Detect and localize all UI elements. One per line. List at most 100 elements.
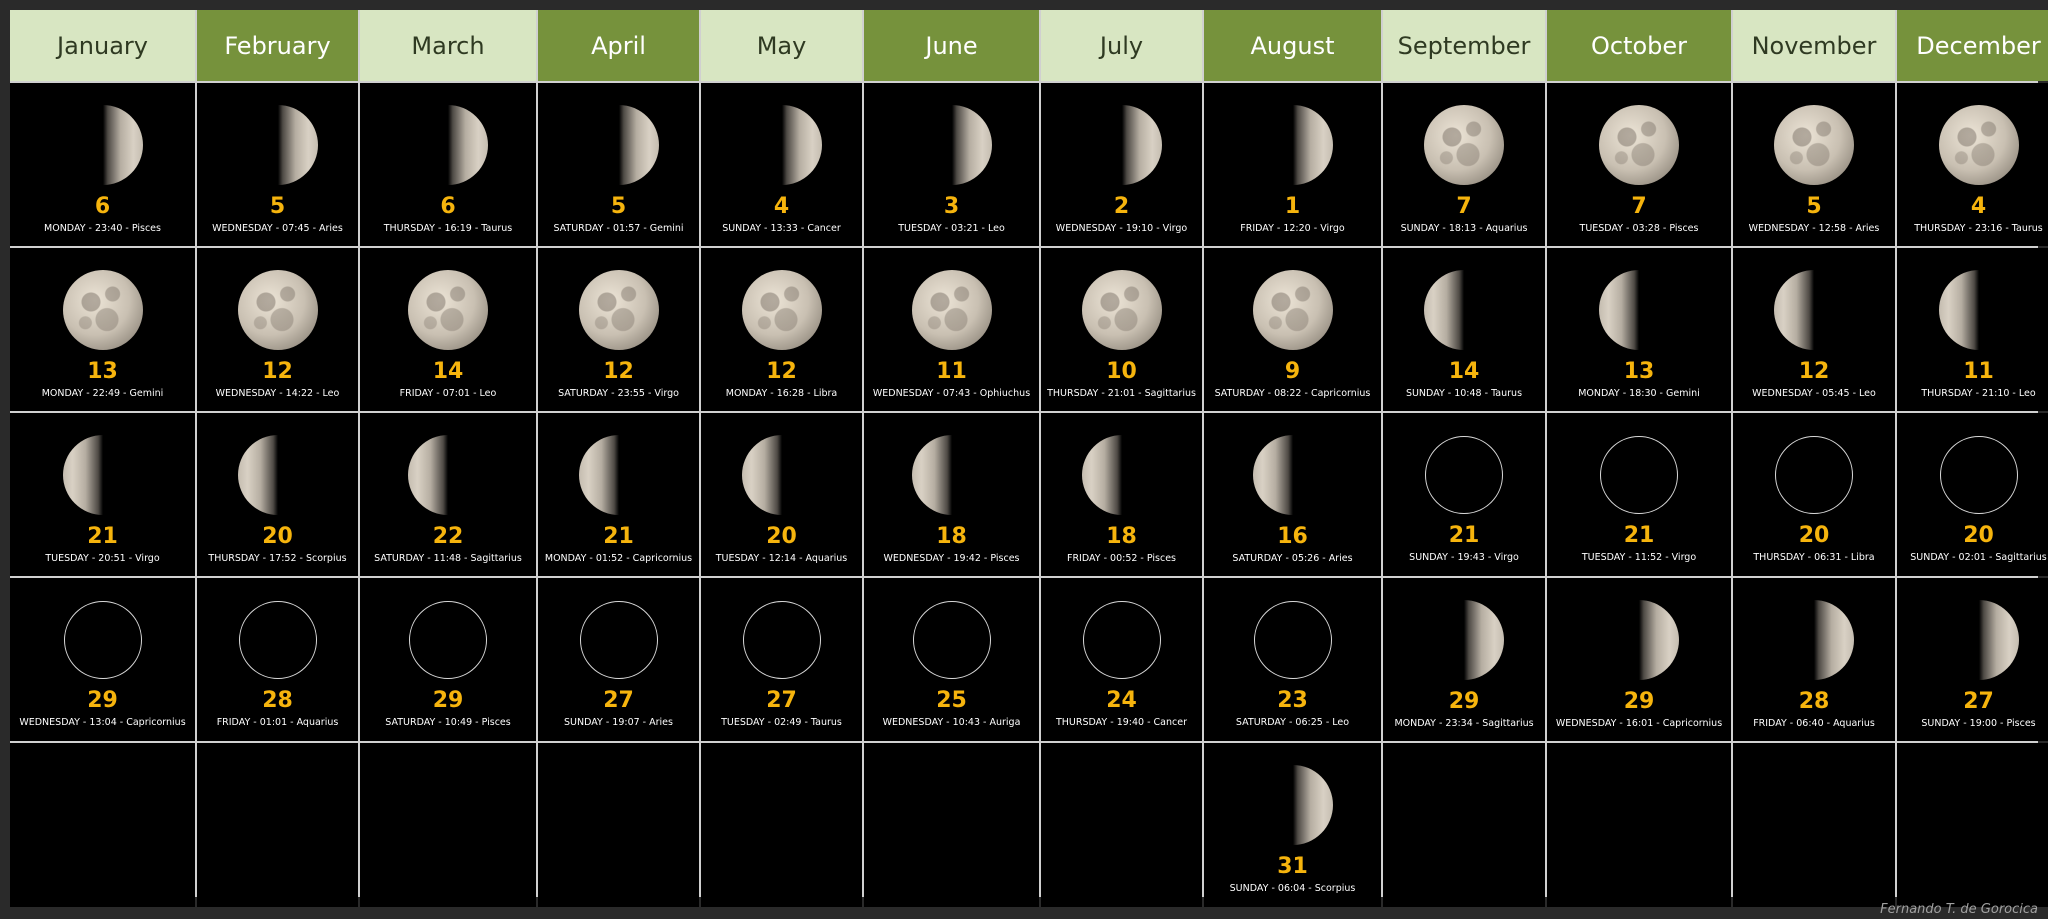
- phase-cell: 27 SUNDAY - 19:07 - Aries: [538, 578, 699, 741]
- phase-day-number: 2: [1113, 194, 1130, 219]
- new-moon-icon: [1425, 436, 1503, 514]
- phase-day-number: 28: [1798, 689, 1830, 714]
- phase-details: MONDAY - 18:30 - Gemini: [1578, 388, 1700, 399]
- phase-cell: 29 WEDNESDAY - 13:04 - Capricornius: [10, 578, 195, 741]
- phase-cell: 21 TUESDAY - 11:52 - Virgo: [1547, 413, 1731, 576]
- phase-day-number: 27: [766, 688, 797, 713]
- last-quarter-moon-icon: [578, 435, 659, 515]
- first-quarter-moon-icon: [1938, 600, 2019, 680]
- new-moon-icon: [1775, 436, 1853, 514]
- month-header-november: November: [1733, 10, 1895, 81]
- phase-day-number: 21: [87, 524, 118, 549]
- phase-day-number: 13: [1623, 359, 1655, 384]
- phase-cell: 9 SATURDAY - 08:22 - Capricornius: [1204, 248, 1381, 411]
- first-quarter-moon-icon: [408, 105, 488, 185]
- phase-day-number: 14: [1448, 359, 1480, 384]
- phase-details: THURSDAY - 23:16 - Taurus: [1914, 223, 2043, 234]
- phase-details: WEDNESDAY - 07:45 - Aries: [212, 223, 343, 234]
- empty-cell: [197, 743, 358, 907]
- phase-cell: 29 MONDAY - 23:34 - Sagittarius: [1383, 578, 1545, 741]
- author-credit: Fernando T. de Gorocica: [1880, 902, 2038, 917]
- phase-day-number: 5: [269, 194, 286, 219]
- phase-details: FRIDAY - 01:01 - Aquarius: [216, 717, 339, 728]
- phase-cell: 12 MONDAY - 16:28 - Libra: [701, 248, 862, 411]
- phase-day-number: 20: [1963, 523, 1994, 548]
- full-moon-icon: [1081, 270, 1162, 350]
- phase-cell: 20 THURSDAY - 06:31 - Libra: [1733, 413, 1895, 576]
- new-moon-icon: [1939, 436, 2018, 514]
- phase-details: SATURDAY - 08:22 - Capricornius: [1214, 388, 1371, 399]
- phase-cell: 11 THURSDAY - 21:10 - Leo: [1897, 248, 2048, 411]
- phase-cell: 14 SUNDAY - 10:48 - Taurus: [1383, 248, 1545, 411]
- empty-cell: [864, 743, 1039, 907]
- full-moon-icon: [408, 270, 488, 350]
- phase-cell: 11 WEDNESDAY - 07:43 - Ophiuchus: [864, 248, 1039, 411]
- phase-cell: 29 WEDNESDAY - 16:01 - Capricornius: [1547, 578, 1731, 741]
- last-quarter-moon-icon: [237, 435, 318, 515]
- phase-cell: 2 WEDNESDAY - 19:10 - Virgo: [1041, 83, 1202, 246]
- phase-day-number: 29: [432, 688, 464, 713]
- phase-details: SUNDAY - 19:07 - Aries: [564, 717, 673, 728]
- empty-cell: [360, 743, 536, 907]
- empty-cell: [1383, 743, 1545, 907]
- phase-day-number: 18: [936, 524, 967, 549]
- phase-cell: 20 SUNDAY - 02:01 - Sagittarius: [1897, 413, 2048, 576]
- phase-cell: 3 TUESDAY - 03:21 - Leo: [864, 83, 1039, 246]
- first-quarter-moon-icon: [237, 105, 318, 185]
- phase-day-number: 28: [262, 688, 293, 713]
- phase-details: WEDNESDAY - 19:10 - Virgo: [1055, 223, 1188, 234]
- month-header-january: January: [10, 10, 195, 81]
- phase-cell: 23 SATURDAY - 06:25 - Leo: [1204, 578, 1381, 741]
- phase-details: MONDAY - 23:34 - Sagittarius: [1394, 718, 1534, 729]
- month-header-june: June: [864, 10, 1039, 81]
- first-quarter-moon-icon: [1774, 600, 1854, 680]
- phase-details: TUESDAY - 02:49 - Taurus: [721, 717, 842, 728]
- phase-details: THURSDAY - 19:40 - Cancer: [1055, 717, 1187, 728]
- phase-details: SUNDAY - 19:43 - Virgo: [1409, 552, 1519, 563]
- phase-details: TUESDAY - 20:51 - Virgo: [45, 553, 160, 564]
- phase-details: WEDNESDAY - 16:01 - Capricornius: [1555, 718, 1723, 729]
- month-header-december: December: [1897, 10, 2048, 81]
- full-moon-icon: [1252, 270, 1333, 350]
- phase-cell: 13 MONDAY - 18:30 - Gemini: [1547, 248, 1731, 411]
- first-quarter-moon-icon: [1599, 600, 1679, 680]
- phase-details: WEDNESDAY - 07:43 - Ophiuchus: [872, 388, 1031, 399]
- phase-cell: 10 THURSDAY - 21:01 - Sagittarius: [1041, 248, 1202, 411]
- phase-details: SATURDAY - 11:48 - Sagittarius: [374, 553, 522, 564]
- phase-cell: 18 FRIDAY - 00:52 - Pisces: [1041, 413, 1202, 576]
- phase-day-number: 21: [1623, 523, 1655, 548]
- phase-day-number: 29: [1448, 689, 1480, 714]
- phase-cell: 6 THURSDAY - 16:19 - Taurus: [360, 83, 536, 246]
- phase-day-number: 31: [1277, 854, 1308, 879]
- phase-cell: 12 WEDNESDAY - 14:22 - Leo: [197, 248, 358, 411]
- phase-day-number: 25: [936, 688, 967, 713]
- phase-day-number: 1: [1284, 194, 1301, 219]
- phase-details: SUNDAY - 10:48 - Taurus: [1405, 388, 1523, 399]
- full-moon-icon: [911, 270, 992, 350]
- empty-cell: [1897, 743, 2048, 907]
- phase-day-number: 9: [1284, 359, 1301, 384]
- phase-details: MONDAY - 01:52 - Capricornius: [544, 553, 693, 564]
- month-header-september: September: [1383, 10, 1545, 81]
- phase-cell: 7 SUNDAY - 18:13 - Aquarius: [1383, 83, 1545, 246]
- phase-details: WEDNESDAY - 13:04 - Capricornius: [19, 717, 186, 728]
- first-quarter-moon-icon: [62, 105, 143, 185]
- phase-day-number: 29: [87, 688, 118, 713]
- new-moon-icon: [742, 601, 821, 679]
- full-moon-icon: [578, 270, 659, 350]
- phase-day-number: 7: [1631, 194, 1647, 219]
- phase-details: SUNDAY - 06:04 - Scorpius: [1229, 883, 1356, 894]
- new-moon-icon: [1253, 601, 1332, 679]
- empty-cell: [1041, 743, 1202, 907]
- phase-day-number: 12: [262, 359, 293, 384]
- phase-cell: 22 SATURDAY - 11:48 - Sagittarius: [360, 413, 536, 576]
- phase-day-number: 5: [610, 194, 627, 219]
- phase-cell: 24 THURSDAY - 19:40 - Cancer: [1041, 578, 1202, 741]
- phase-day-number: 13: [87, 359, 118, 384]
- full-moon-icon: [237, 270, 318, 350]
- phase-details: WEDNESDAY - 12:58 - Aries: [1748, 223, 1880, 234]
- first-quarter-moon-icon: [1252, 105, 1333, 185]
- phase-details: TUESDAY - 12:14 - Aquarius: [715, 553, 848, 564]
- phase-day-number: 20: [1798, 523, 1830, 548]
- full-moon-icon: [1599, 105, 1679, 185]
